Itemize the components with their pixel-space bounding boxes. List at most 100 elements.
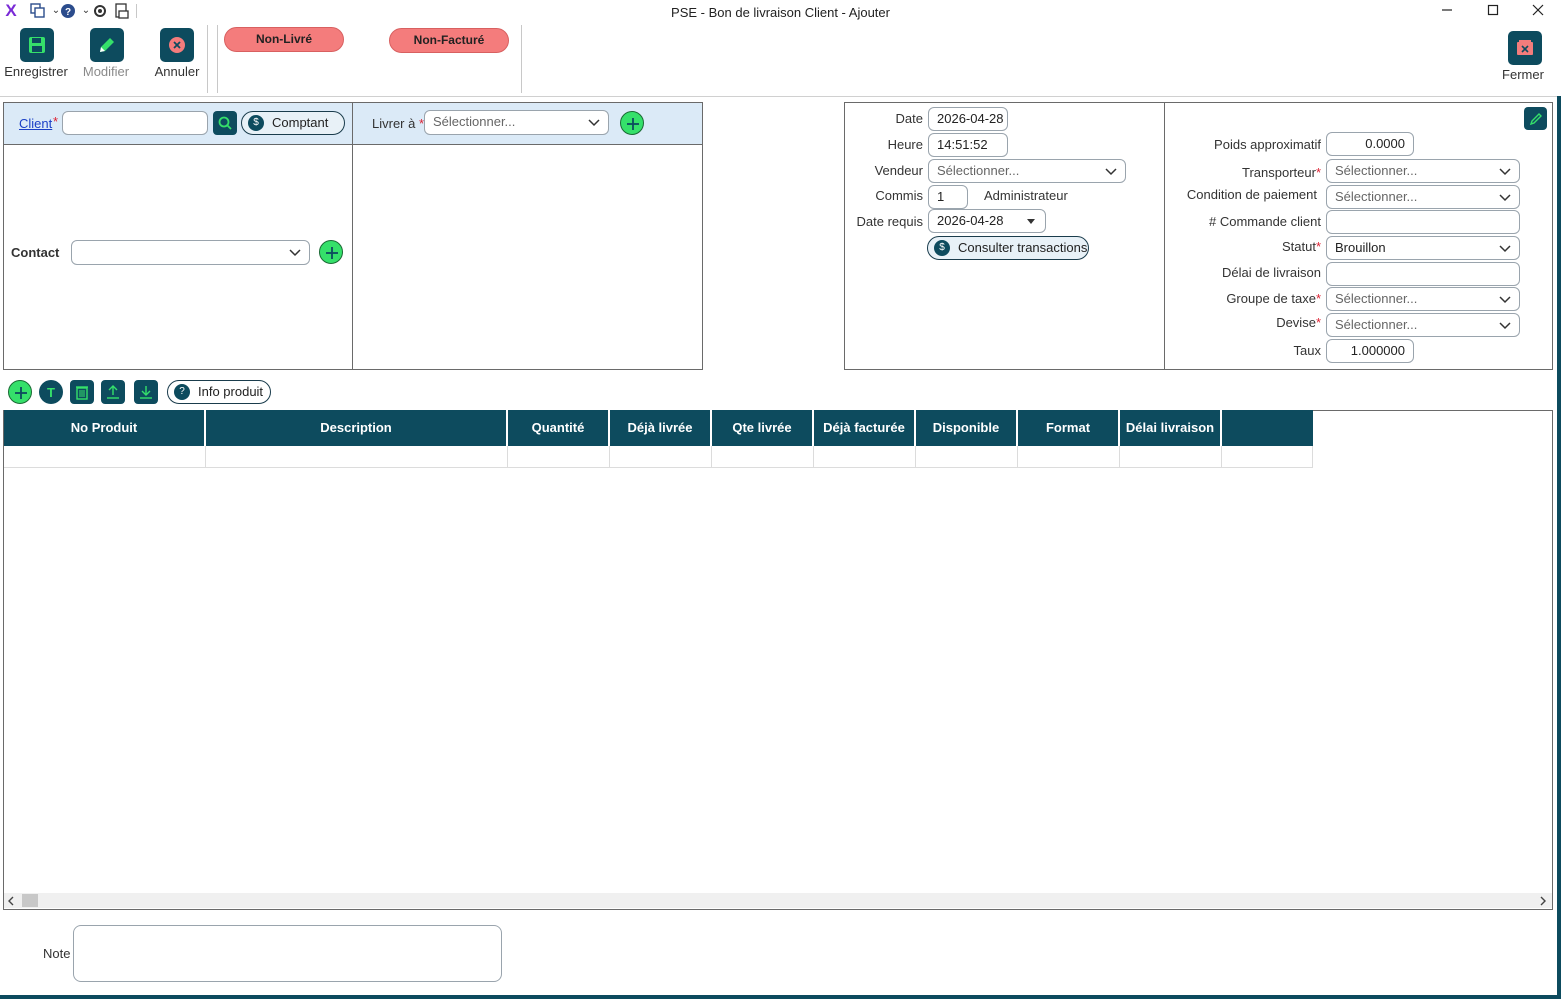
grid-cell[interactable]	[712, 446, 814, 468]
lines-grid	[3, 410, 1553, 910]
search-icon	[218, 116, 232, 130]
tax-group-select[interactable]: Sélectionner...	[1326, 287, 1520, 311]
grid-cell[interactable]	[916, 446, 1018, 468]
grid-header: No Produit Description Quantité Déjà liv…	[4, 410, 1313, 446]
text-line-button[interactable]: T	[39, 380, 63, 404]
required-date-label: Date requis	[856, 214, 923, 229]
column-header[interactable]: Quantité	[508, 410, 610, 446]
seller-select[interactable]: Sélectionner...	[928, 159, 1126, 183]
grid-cell[interactable]	[508, 446, 610, 468]
delivery-delay-label: Délai de livraison	[1222, 265, 1321, 280]
rate-label: Taux	[1293, 343, 1321, 358]
dollar-icon: $	[248, 115, 264, 131]
move-up-button[interactable]	[101, 380, 125, 404]
date-label: Date	[895, 111, 923, 126]
client-search-button[interactable]	[213, 111, 237, 135]
time-label: Heure	[887, 137, 923, 152]
required-marker: *	[53, 114, 59, 129]
product-info-button[interactable]: ? Info produit	[167, 380, 271, 404]
date-field[interactable]: 2026-04-28	[928, 107, 1008, 131]
dollar-icon: $	[934, 240, 950, 256]
column-header[interactable]: Déjà livrée	[610, 410, 712, 446]
column-header[interactable]: Délai livraison	[1120, 410, 1222, 446]
modify-label[interactable]: Modifier	[74, 64, 138, 79]
edit-details-button[interactable]	[1524, 107, 1547, 130]
column-header[interactable]: No Produit	[4, 410, 206, 446]
delivery-delay-field[interactable]	[1326, 262, 1520, 286]
status-label: Statut*	[1281, 239, 1321, 254]
add-line-button[interactable]	[8, 380, 32, 404]
save-label[interactable]: Enregistrer	[2, 64, 70, 79]
chevron-down-icon	[1499, 245, 1511, 253]
rate-field[interactable]: 1.000000	[1326, 339, 1414, 363]
floppy-disk-icon	[29, 37, 45, 53]
add-address-button[interactable]	[620, 111, 644, 135]
scroll-thumb[interactable]	[22, 894, 38, 907]
grid-cell[interactable]	[4, 446, 206, 468]
column-header[interactable]	[1222, 410, 1313, 446]
column-header[interactable]: Déjà facturée	[814, 410, 916, 446]
horizontal-scrollbar[interactable]	[4, 893, 1552, 908]
upload-icon	[107, 385, 119, 399]
contact-label: Contact	[11, 245, 60, 260]
chevron-down-icon	[588, 119, 600, 127]
client-link[interactable]: Client	[19, 116, 52, 131]
maximize-icon[interactable]	[1482, 2, 1504, 22]
grid-cell[interactable]	[1120, 446, 1222, 468]
clerk-label: Commis	[875, 188, 923, 203]
deliver-to-select[interactable]: Sélectionner...	[424, 110, 609, 135]
chevron-down-icon	[1499, 168, 1511, 176]
close-label[interactable]: Fermer	[1498, 67, 1548, 82]
close-document-icon	[1517, 40, 1533, 55]
chevron-down-icon	[1499, 296, 1511, 304]
weight-field[interactable]: 0.0000	[1326, 132, 1414, 156]
save-button[interactable]	[20, 28, 54, 62]
note-label: Note	[43, 946, 71, 961]
note-textarea[interactable]	[73, 925, 502, 982]
time-field[interactable]: 14:51:52	[928, 133, 1008, 157]
grid-cell[interactable]	[610, 446, 712, 468]
seller-label: Vendeur	[874, 163, 923, 178]
status-select[interactable]: Brouillon	[1326, 236, 1520, 260]
carrier-label: Transporteur*	[1242, 165, 1321, 180]
minimize-icon[interactable]	[1436, 2, 1458, 22]
add-contact-button[interactable]	[319, 240, 343, 264]
cash-button[interactable]: $ Comptant	[241, 111, 345, 135]
title-bar: X ⌄ ? ⌄ PSE - Bon de livraison Client - …	[0, 0, 1561, 24]
contact-select[interactable]	[71, 240, 310, 265]
chevron-down-icon	[1499, 322, 1511, 330]
chevron-down-icon	[1105, 168, 1117, 176]
grid-cell[interactable]	[814, 446, 916, 468]
consult-transactions-button[interactable]: $ Consulter transactions	[927, 236, 1089, 260]
grid-cell[interactable]	[1018, 446, 1120, 468]
trash-icon	[76, 386, 88, 400]
scroll-left-icon[interactable]	[5, 895, 17, 907]
cancel-button[interactable]	[160, 28, 194, 62]
grid-cell[interactable]	[1222, 446, 1313, 468]
customer-order-field[interactable]	[1326, 210, 1520, 234]
chevron-down-icon	[289, 249, 301, 257]
carrier-select[interactable]: Sélectionner...	[1326, 159, 1520, 183]
column-header[interactable]: Description	[206, 410, 508, 446]
payment-select[interactable]: Sélectionner...	[1326, 185, 1520, 209]
close-window-button[interactable]	[1508, 31, 1542, 65]
move-down-button[interactable]	[134, 380, 158, 404]
column-header[interactable]: Disponible	[916, 410, 1018, 446]
column-header[interactable]: Format	[1018, 410, 1120, 446]
clerk-field[interactable]: 1	[928, 185, 968, 209]
currency-select[interactable]: Sélectionner...	[1326, 313, 1520, 337]
required-date-picker[interactable]: 2026-04-28	[928, 209, 1046, 233]
client-input[interactable]	[62, 111, 208, 135]
payment-label: Condition de paiement	[1186, 187, 1317, 202]
scroll-right-icon[interactable]	[1537, 895, 1549, 907]
invoice-status-badge: Non-Facturé	[389, 28, 509, 53]
grid-cell[interactable]	[206, 446, 508, 468]
column-header[interactable]: Qte livrée	[712, 410, 814, 446]
pencil-icon	[100, 38, 114, 52]
cancel-label[interactable]: Annuler	[148, 64, 206, 79]
window-title: PSE - Bon de livraison Client - Ajouter	[671, 5, 890, 20]
delete-line-button[interactable]	[70, 380, 94, 404]
modify-button[interactable]	[90, 28, 124, 62]
tax-group-label: Groupe de taxe*	[1226, 291, 1321, 306]
close-icon[interactable]	[1527, 2, 1549, 22]
